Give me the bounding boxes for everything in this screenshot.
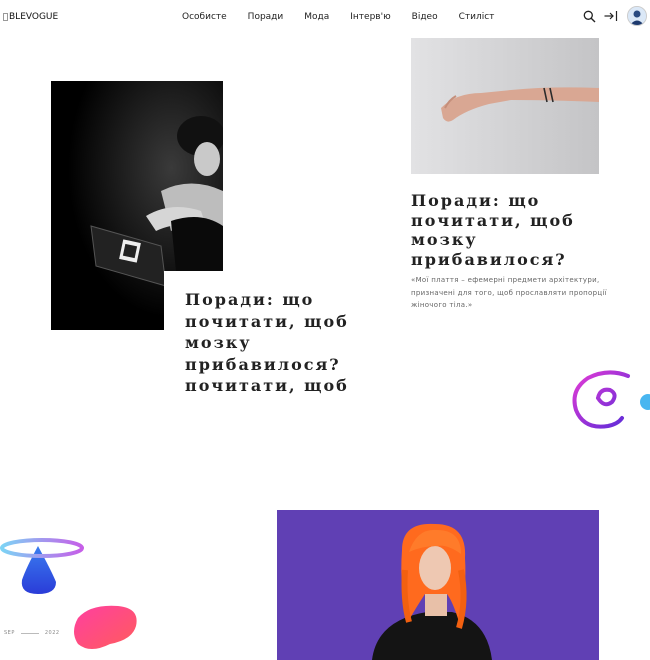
title-line: Поради: що <box>185 290 315 309</box>
nav-item-fashion[interactable]: Мода <box>304 12 329 22</box>
title-line: мозку <box>185 333 252 352</box>
ring-drop-decoration <box>0 538 84 594</box>
site-header: BLEVOGUE Особисте Поради Мода Інтерв'ю В… <box>0 0 650 36</box>
nav-item-personal[interactable]: Особисте <box>182 12 227 22</box>
article-title-1[interactable]: Поради: що почитати, щоб мозку прибавило… <box>185 289 385 397</box>
pager: SEP 2022 <box>4 630 60 636</box>
avatar[interactable] <box>627 6 647 26</box>
title-line: почитати, щоб <box>185 311 349 331</box>
title-line: Поради: що <box>411 191 541 210</box>
nav-item-stylist[interactable]: Стиліст <box>459 12 495 22</box>
article-description: «Мої плаття – ефемерні предмети архітект… <box>411 276 607 309</box>
pager-divider <box>20 632 39 634</box>
title-line: прибавилося? <box>411 249 567 269</box>
swirl-shape-decoration <box>572 370 650 429</box>
pager-next[interactable]: 2022 <box>45 630 60 636</box>
title-line: почитати, щоб <box>185 376 349 395</box>
pager-prev[interactable]: SEP <box>4 630 15 636</box>
article-image-orange-wig[interactable] <box>277 510 599 660</box>
title-line: почитати, щоб <box>411 210 575 230</box>
nav-item-tips[interactable]: Поради <box>248 12 284 22</box>
article-image-arm[interactable] <box>411 38 599 174</box>
blob-shape-decoration <box>74 605 137 649</box>
title-line: прибавилося? <box>185 354 341 374</box>
logo-alt-text: BLEVOGUE <box>9 12 59 22</box>
nav-item-interview[interactable]: Інтерв'ю <box>350 12 390 22</box>
login-icon[interactable] <box>604 9 618 23</box>
broken-image-icon <box>3 13 8 21</box>
title-line: мозку <box>411 230 478 249</box>
main-nav: Особисте Поради Мода Інтерв'ю Відео Стил… <box>182 12 494 22</box>
logo[interactable]: BLEVOGUE <box>3 12 58 22</box>
nav-item-video[interactable]: Відео <box>412 12 438 22</box>
article-title-2[interactable]: Поради: що почитати, щоб мозку прибавило… <box>411 191 641 269</box>
search-icon[interactable] <box>582 9 596 23</box>
